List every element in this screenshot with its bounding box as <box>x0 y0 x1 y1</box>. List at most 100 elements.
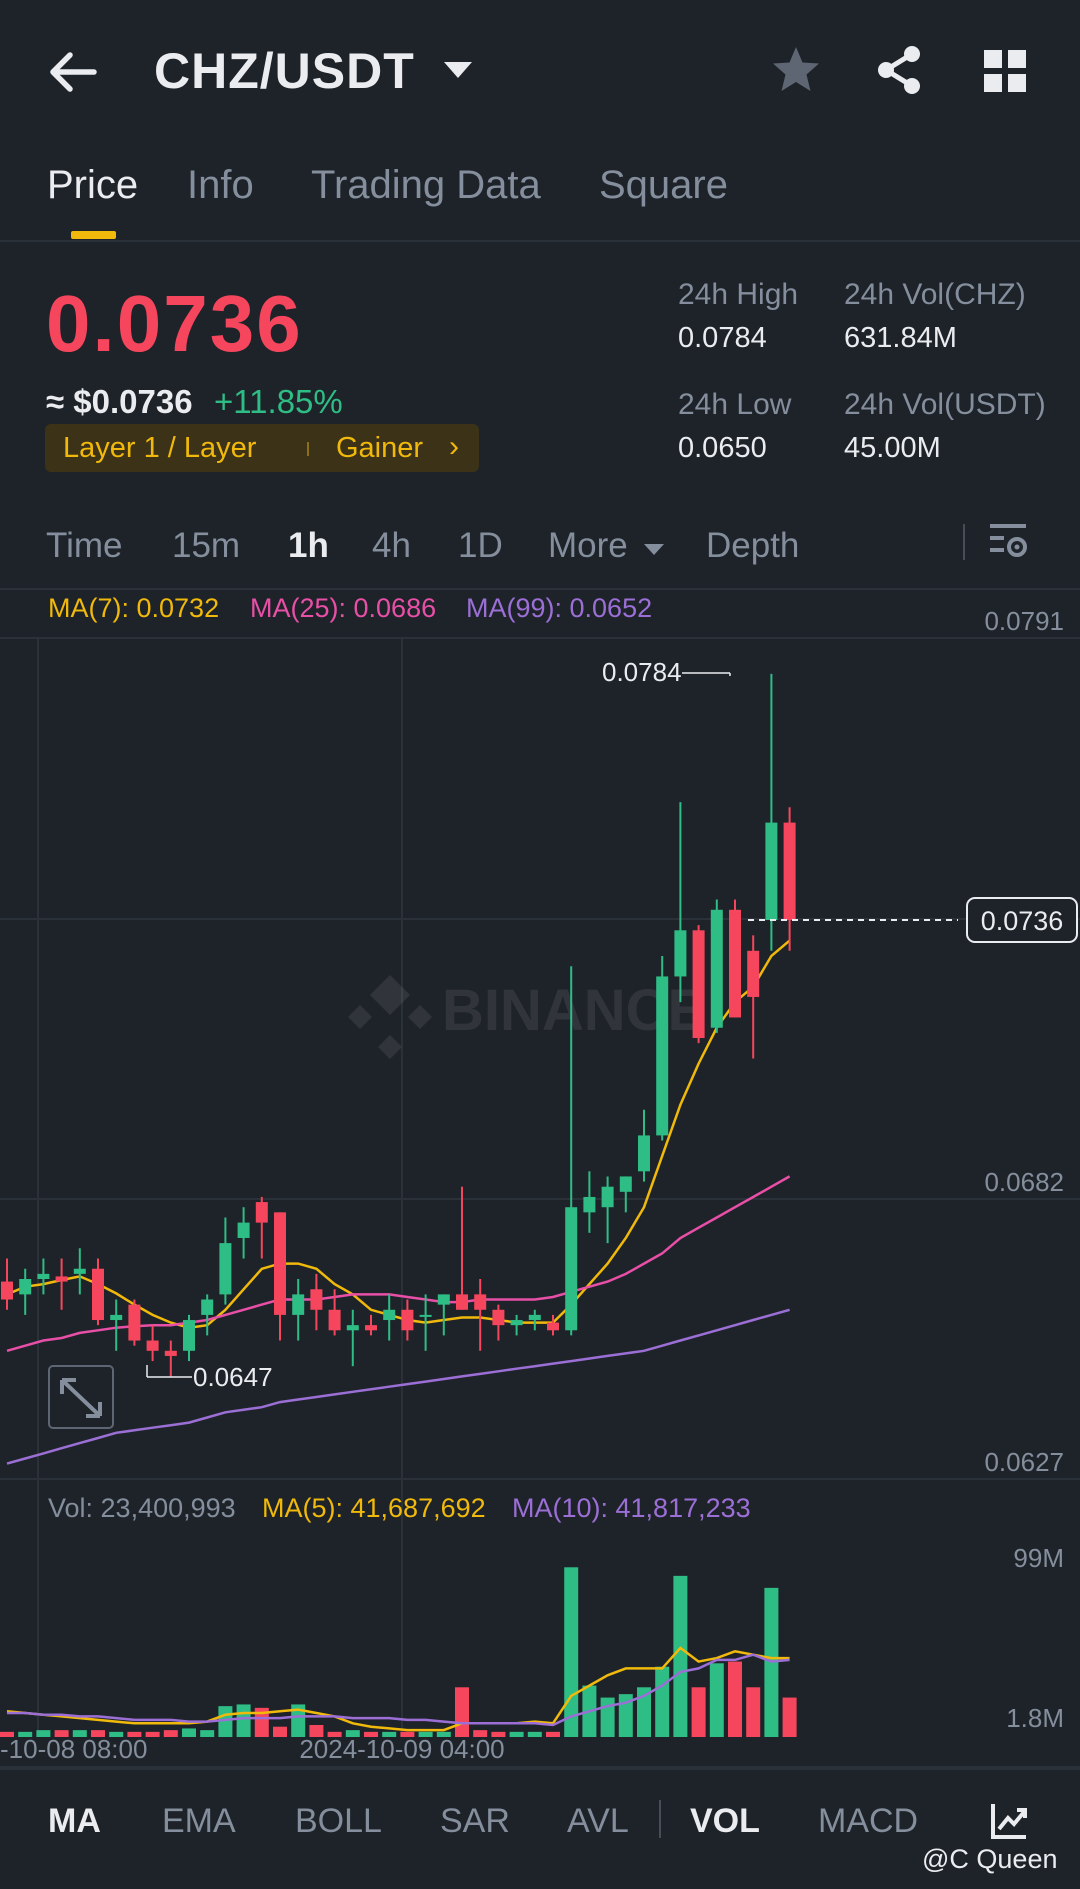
high-label: 24h High <box>678 278 799 311</box>
axis-label-mid: 0.0682 <box>984 1167 1064 1197</box>
interval-15m[interactable]: 15m <box>172 526 240 566</box>
vol-base-value: 631.84M <box>844 322 957 354</box>
last-price: 0.0736 <box>46 279 303 368</box>
chevron-right-icon: › <box>449 430 459 463</box>
tab-trading-data[interactable]: Trading Data <box>311 163 541 208</box>
candle-body <box>183 1320 195 1351</box>
divider <box>659 1800 661 1838</box>
tab-bar: Price Info Trading Data Square <box>0 145 1080 242</box>
price-change: +11.85% <box>214 383 343 420</box>
volume-bar <box>709 1663 724 1737</box>
volume-bar <box>564 1567 579 1737</box>
top-bar: CHZ/USDT <box>0 0 1080 145</box>
interval-4h[interactable]: 4h <box>372 526 411 566</box>
volume-bar <box>673 1575 688 1737</box>
volume-bar <box>655 1666 670 1737</box>
volume-bar <box>200 1730 215 1737</box>
tag-category: Layer 1 / Layer <box>63 432 257 464</box>
candle-body <box>674 930 687 977</box>
time-label-1: -10-08 08:00 <box>0 1734 147 1764</box>
interval-time[interactable]: Time <box>46 526 122 566</box>
candle-body <box>110 1314 123 1321</box>
indicator-vol[interactable]: VOL <box>690 1802 760 1841</box>
indicator-sar[interactable]: SAR <box>440 1802 510 1841</box>
tag-rank: Gainer <box>336 432 424 464</box>
volume-bar <box>273 1726 287 1737</box>
ma25-line <box>6 1175 791 1353</box>
candle-body <box>219 1243 232 1295</box>
candlestick-chart[interactable]: BINANCE 0.0791 0.0682 0.0627 0.0736 0.07… <box>0 590 1080 1768</box>
volume-bar <box>509 1731 524 1737</box>
tab-price[interactable]: Price <box>47 163 138 208</box>
interval-bar: Time 15m 1h 4h 1D More Depth <box>0 512 1080 590</box>
candle-body <box>383 1309 396 1321</box>
volume-bar <box>182 1728 196 1737</box>
candle-body <box>437 1294 450 1305</box>
candle-body <box>456 1294 468 1310</box>
grid-icon[interactable] <box>984 50 1026 92</box>
arrow-left-icon[interactable] <box>44 44 100 100</box>
indicator-settings-icon[interactable] <box>990 1802 1028 1840</box>
indicator-ma[interactable]: MA <box>48 1802 101 1841</box>
current-price-tag: 0.0736 <box>966 897 1078 943</box>
chart-settings-icon[interactable] <box>988 520 1030 562</box>
candle-body <box>547 1322 559 1331</box>
candle-body <box>765 822 778 921</box>
vol-quote-value: 45.00M <box>844 432 941 464</box>
interval-1h[interactable]: 1h <box>288 526 329 566</box>
candle-body <box>419 1314 432 1317</box>
volume-bar <box>145 1731 160 1737</box>
candle-body <box>346 1325 359 1331</box>
candle-body <box>328 1309 341 1331</box>
indicator-avl[interactable]: AVL <box>567 1802 629 1841</box>
active-tab-indicator <box>71 231 116 239</box>
candle-body <box>73 1268 86 1274</box>
candle-body <box>710 909 723 1028</box>
current-price-label: 0.0736 <box>981 906 1064 936</box>
low-value: 0.0650 <box>678 432 767 464</box>
indicator-ema[interactable]: EMA <box>162 1802 236 1841</box>
expand-icon[interactable] <box>48 1365 114 1429</box>
caret-down-icon[interactable] <box>444 62 472 78</box>
candle-body <box>255 1202 268 1223</box>
vol-ma10-legend: MA(10): 41,817,233 <box>512 1493 751 1523</box>
candle-body <box>729 909 741 1018</box>
candle-body <box>619 1176 632 1192</box>
chart-grid <box>0 637 1080 1768</box>
axis-label-top: 0.0791 <box>984 606 1064 636</box>
interval-depth[interactable]: Depth <box>706 526 799 566</box>
vol-ma5-legend: MA(5): 41,687,692 <box>262 1493 486 1523</box>
vol-base-label: 24h Vol(CHZ) <box>844 278 1026 311</box>
candle-body <box>638 1135 650 1172</box>
interval-1d[interactable]: 1D <box>458 526 503 566</box>
candle-body <box>292 1294 305 1315</box>
divider <box>963 524 965 560</box>
candle-body <box>92 1268 104 1321</box>
volume-bar <box>600 1697 615 1737</box>
pair-title[interactable]: CHZ/USDT <box>154 42 415 100</box>
tab-info[interactable]: Info <box>187 163 254 208</box>
share-icon[interactable] <box>874 44 924 96</box>
category-tag[interactable]: Layer 1 / Layer Gainer › <box>45 424 479 472</box>
vol-axis-bottom: 1.8M <box>1006 1703 1064 1733</box>
indicator-boll[interactable]: BOLL <box>295 1802 382 1841</box>
vol-legend: Vol: 23,400,993 <box>48 1493 236 1523</box>
volume-bar <box>455 1687 469 1737</box>
candle-body <box>401 1309 414 1331</box>
candle-body <box>656 976 669 1136</box>
low-marker: 0.0647 <box>193 1362 273 1392</box>
interval-more[interactable]: More <box>548 526 628 566</box>
candle-body <box>365 1325 377 1331</box>
candle-body <box>528 1314 541 1321</box>
candle-body <box>565 1207 578 1331</box>
ma99-line <box>6 1308 790 1465</box>
candle-body <box>164 1350 177 1356</box>
volume-bar <box>691 1687 706 1737</box>
tab-square[interactable]: Square <box>599 163 728 208</box>
volume-bar <box>163 1730 178 1737</box>
star-icon[interactable] <box>770 44 822 96</box>
candle-body <box>747 950 760 997</box>
volume-bar <box>546 1731 560 1737</box>
candle-body <box>128 1304 141 1341</box>
indicator-macd[interactable]: MACD <box>818 1802 918 1841</box>
